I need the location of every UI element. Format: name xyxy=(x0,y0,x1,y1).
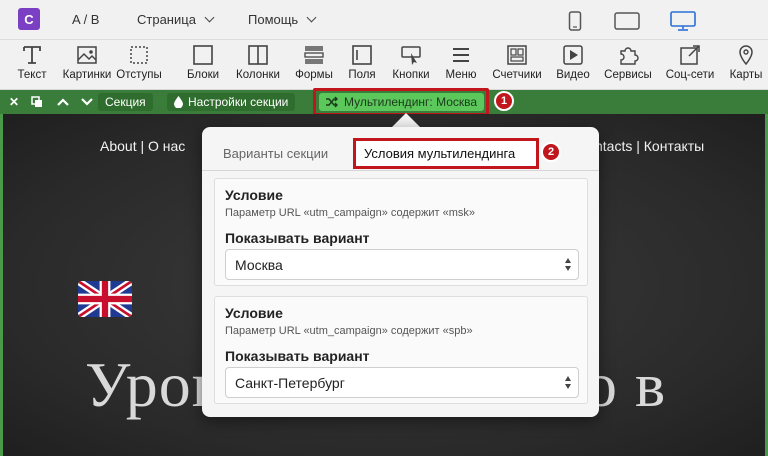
nav-about[interactable]: About | О нас xyxy=(100,138,185,154)
button-cursor-icon xyxy=(401,46,421,65)
video-play-icon xyxy=(563,45,583,65)
tool-blocks[interactable]: Блоки xyxy=(173,44,233,81)
chevron-down-icon[interactable] xyxy=(81,97,93,107)
tool-spacing[interactable]: Отступы xyxy=(109,44,169,81)
tool-social[interactable]: Соц-сети xyxy=(660,44,720,81)
highlight-box-1 xyxy=(313,88,489,116)
condition-heading: Условие xyxy=(225,305,283,321)
uk-flag-icon[interactable] xyxy=(78,281,132,317)
select-arrows-icon xyxy=(565,376,571,389)
tool-counters[interactable]: Счетчики xyxy=(487,44,547,81)
tool-menu[interactable]: Меню xyxy=(431,44,491,81)
tab-multilanding-conditions[interactable]: Условия мультилендинга xyxy=(353,138,539,169)
desktop-device-icon[interactable] xyxy=(670,11,696,31)
tab-section-variants[interactable]: Варианты секции xyxy=(223,146,328,161)
tool-images[interactable]: Картинки xyxy=(57,44,117,81)
chevron-down-icon xyxy=(306,12,317,23)
popup-tabs: Варианты секции Условия мультилендинга xyxy=(202,127,599,171)
show-variant-label: Показывать вариант xyxy=(225,348,370,364)
copy-icon[interactable] xyxy=(31,96,43,108)
section-settings-button[interactable]: Настройки секции xyxy=(167,93,296,111)
step-badge-2: 2 xyxy=(541,142,561,162)
text-icon xyxy=(23,46,41,64)
form-icon xyxy=(304,46,324,64)
multilanding-popup: Варианты секции Условия мультилендинга У… xyxy=(202,127,599,417)
app-logo[interactable]: C xyxy=(18,8,40,30)
tool-text[interactable]: Текст xyxy=(2,44,62,81)
popup-arrow xyxy=(392,113,420,127)
tool-maps[interactable]: Карты xyxy=(716,44,768,81)
condition-card-msk: Условие Параметр URL «utm_campaign» соде… xyxy=(214,178,588,286)
map-pin-icon xyxy=(739,45,753,66)
condition-heading: Условие xyxy=(225,187,283,203)
condition-card-spb: Условие Параметр URL «utm_campaign» соде… xyxy=(214,296,588,404)
select-arrows-icon xyxy=(565,258,571,271)
drop-icon xyxy=(174,96,183,108)
variant-select-spb[interactable]: Санкт-Петербург xyxy=(225,367,579,398)
condition-description: Параметр URL «utm_campaign» содержит «ms… xyxy=(225,207,476,219)
tool-services[interactable]: Сервисы xyxy=(598,44,658,81)
block-icon xyxy=(193,45,213,65)
external-link-icon xyxy=(680,45,700,65)
tool-columns[interactable]: Колонки xyxy=(228,44,288,81)
help-menu[interactable]: Помощь xyxy=(248,12,317,27)
mobile-device-icon[interactable] xyxy=(568,11,582,31)
tool-video[interactable]: Видео xyxy=(543,44,603,81)
puzzle-icon xyxy=(620,47,639,65)
menu-icon xyxy=(453,48,469,62)
chevron-up-icon[interactable] xyxy=(57,97,69,107)
top-bar: C A / B Страница Помощь xyxy=(0,0,768,40)
columns-icon xyxy=(248,45,268,65)
counter-icon xyxy=(507,45,527,65)
section-button[interactable]: Секция xyxy=(98,93,153,111)
nav-contacts[interactable]: ntacts | Контакты xyxy=(595,138,704,154)
spacing-icon xyxy=(130,46,148,64)
widget-toolbar: Текст Картинки Отступы Блоки Колонки Фор… xyxy=(0,40,768,90)
show-variant-label: Показывать вариант xyxy=(225,230,370,246)
ab-test-button[interactable]: A / B xyxy=(72,12,99,27)
step-badge-1: 1 xyxy=(494,91,514,111)
field-icon xyxy=(352,45,372,65)
image-icon xyxy=(77,46,97,64)
page-menu[interactable]: Страница xyxy=(137,12,215,27)
condition-description: Параметр URL «utm_campaign» содержит «sp… xyxy=(225,325,473,337)
close-icon[interactable]: ✕ xyxy=(9,95,19,109)
chevron-down-icon xyxy=(204,12,215,23)
tablet-device-icon[interactable] xyxy=(614,11,640,31)
variant-select-msk[interactable]: Москва xyxy=(225,249,579,280)
